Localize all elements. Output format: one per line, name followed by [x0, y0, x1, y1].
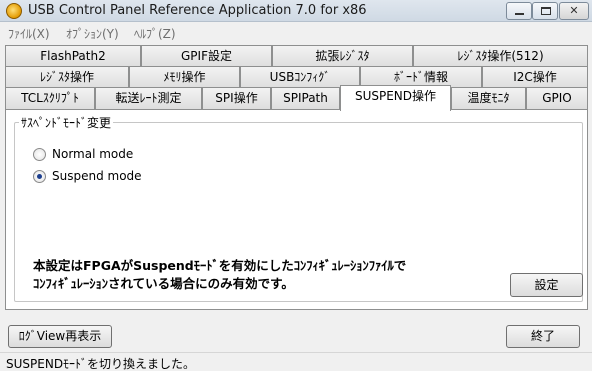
suspend-mode-group: ｻｽﾍﾟﾝﾄﾞﾓｰﾄﾞ変更 Normal mode Suspend mode 本… [14, 114, 583, 302]
close-button[interactable]: ✕ [559, 2, 589, 20]
suspend-mode-radio[interactable] [33, 169, 46, 183]
tab-spi-ops[interactable]: SPI操作 [202, 87, 271, 109]
suspend-mode-label: Suspend mode [52, 169, 142, 183]
close-icon: ✕ [569, 4, 579, 17]
status-text: SUSPENDﾓｰﾄﾞを切り換えました。 [6, 357, 196, 371]
tab-flashpath2[interactable]: FlashPath2 [5, 45, 141, 67]
exit-button[interactable]: 終了 [506, 325, 580, 348]
log-view-redisplay-button[interactable]: ﾛｸﾞView再表示 [8, 325, 112, 348]
menu-bar: ﾌｧｲﾙ(X) ｵﾌﾟｼｮﾝ(Y) ﾍﾙﾌﾟ(Z) [0, 22, 592, 42]
status-bar: SUSPENDﾓｰﾄﾞを切り換えました。 [0, 352, 592, 371]
suspend-mode-option[interactable]: Suspend mode [33, 169, 142, 183]
suspend-tab-panel: ｻｽﾍﾟﾝﾄﾞﾓｰﾄﾞ変更 Normal mode Suspend mode 本… [5, 109, 588, 310]
tab-gpif-settings[interactable]: GPIF設定 [141, 45, 272, 67]
maximize-icon [541, 7, 551, 15]
tab-extended-register[interactable]: 拡張ﾚｼﾞｽﾀ [272, 45, 413, 67]
normal-mode-label: Normal mode [52, 147, 134, 161]
title-bar: USB Control Panel Reference Application … [0, 0, 592, 22]
tab-i2c-ops[interactable]: I2C操作 [482, 66, 588, 88]
set-button[interactable]: 設定 [510, 273, 583, 297]
maximize-button[interactable] [532, 2, 558, 20]
tab-spipath[interactable]: SPIPath [271, 87, 340, 109]
menu-options[interactable]: ｵﾌﾟｼｮﾝ(Y) [66, 25, 119, 42]
tab-gpio[interactable]: GPIO [526, 87, 588, 109]
minimize-button[interactable] [506, 2, 532, 20]
tab-temperature-monitor[interactable]: 温度ﾓﾆﾀ [451, 87, 526, 109]
tab-tcl-script[interactable]: TCLｽｸﾘﾌﾟﾄ [5, 87, 95, 109]
menu-help[interactable]: ﾍﾙﾌﾟ(Z) [134, 25, 176, 42]
tab-register-ops-512[interactable]: ﾚｼﾞｽﾀ操作(512) [413, 45, 588, 67]
window-title: USB Control Panel Reference Application … [28, 3, 367, 18]
tab-transfer-rate[interactable]: 転送ﾚｰﾄ測定 [95, 87, 202, 109]
tab-register-ops[interactable]: ﾚｼﾞｽﾀ操作 [5, 66, 129, 88]
normal-mode-radio[interactable] [33, 147, 46, 161]
tab-memory-ops[interactable]: ﾒﾓﾘ操作 [129, 66, 240, 88]
minimize-icon [515, 13, 524, 15]
note-line-2: ｺﾝﾌｨｷﾞｭﾚｰｼｮﾝされている場合にのみ有効です。 [33, 276, 294, 291]
app-icon [6, 3, 22, 19]
normal-mode-option[interactable]: Normal mode [33, 147, 133, 161]
menu-file[interactable]: ﾌｧｲﾙ(X) [8, 25, 50, 42]
suspend-note: 本設定はFPGAがSuspendﾓｰﾄﾞを有効にしたｺﾝﾌｨｷﾞｭﾚｰｼｮﾝﾌｧ… [33, 257, 513, 293]
tab-suspend-ops[interactable]: SUSPEND操作 [340, 85, 451, 111]
group-title: ｻｽﾍﾟﾝﾄﾞﾓｰﾄﾞ変更 [19, 114, 114, 131]
note-line-1: 本設定はFPGAがSuspendﾓｰﾄﾞを有効にしたｺﾝﾌｨｷﾞｭﾚｰｼｮﾝﾌｧ… [33, 258, 407, 273]
